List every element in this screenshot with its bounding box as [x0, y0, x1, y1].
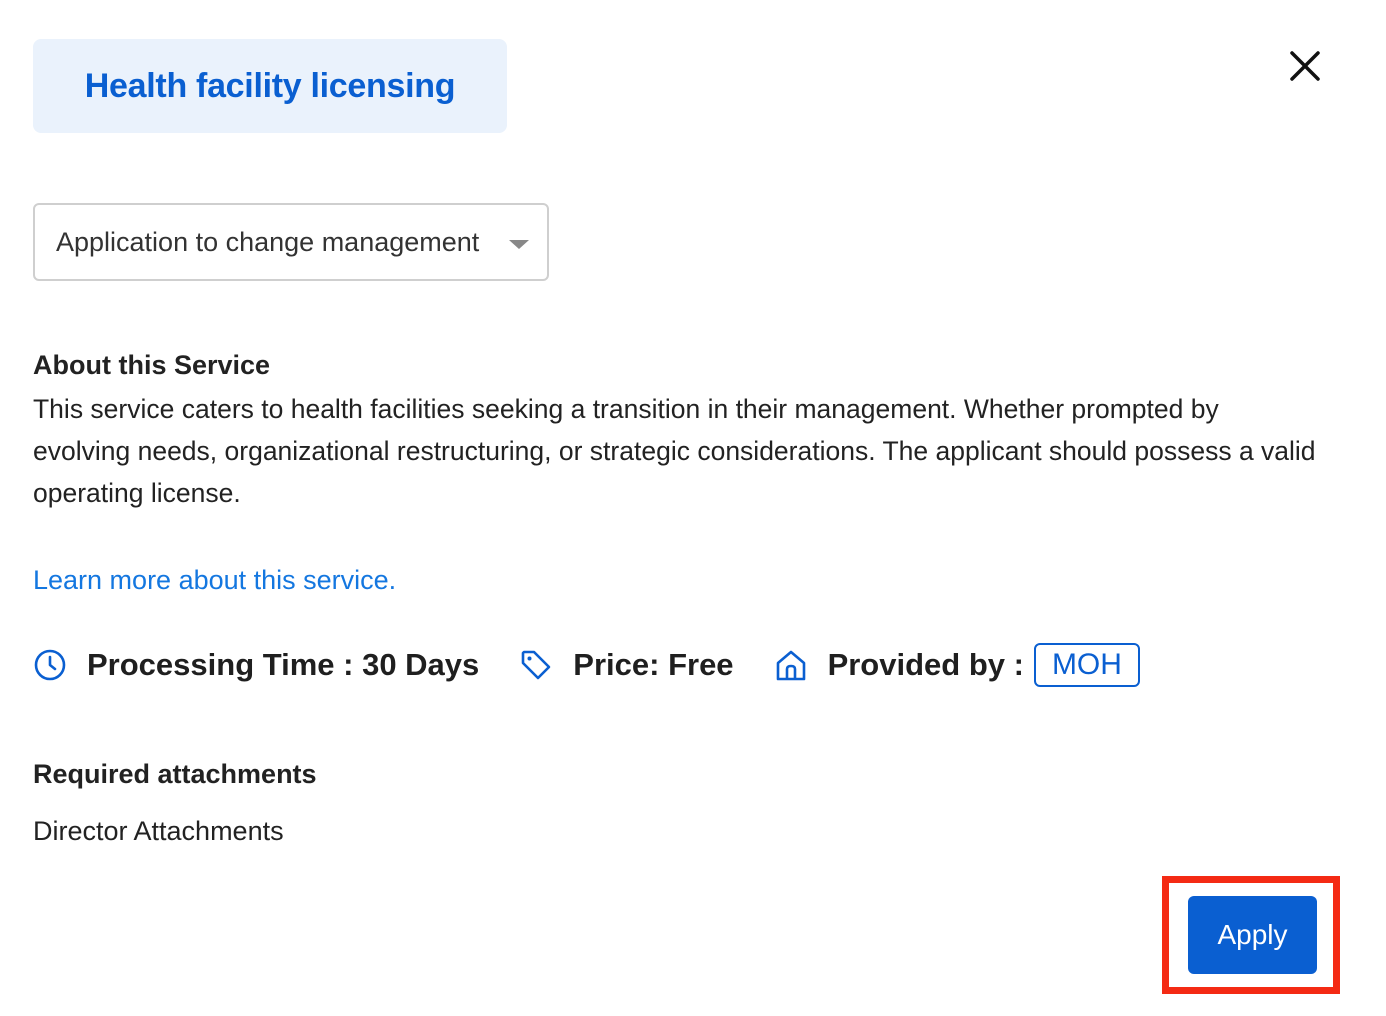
clock-icon	[33, 648, 67, 682]
about-description: This service caters to health facilities…	[33, 394, 1316, 508]
learn-more-link[interactable]: Learn more about this service.	[33, 565, 396, 596]
tag-icon	[519, 648, 553, 682]
service-meta-row: Processing Time : 30 Days Price: Free Pr…	[33, 640, 1140, 690]
provided-by-label: Provided by :	[827, 647, 1024, 682]
attachment-item: Director Attachments	[33, 816, 284, 846]
page-title: Health facility licensing	[84, 66, 456, 105]
price-text: Price: Free	[573, 647, 734, 682]
processing-time-text: Processing Time : 30 Days	[87, 647, 480, 682]
processing-time: Processing Time : 30 Days	[33, 647, 479, 683]
close-button[interactable]	[1283, 44, 1327, 88]
apply-button[interactable]: Apply	[1188, 896, 1317, 974]
service-type-select[interactable]: Application to change management	[33, 203, 549, 281]
required-attachments-heading: Required attachments	[33, 759, 317, 789]
price: Price: Free	[519, 647, 734, 683]
service-title-chip: Health facility licensing	[33, 39, 507, 133]
provider-badge: MOH	[1033, 643, 1140, 687]
about-heading: About this Service	[33, 350, 271, 380]
close-icon	[1290, 51, 1320, 81]
provided-by: Provided by : MOH	[774, 643, 1140, 687]
home-icon	[774, 648, 808, 682]
service-type-select-value: Application to change management	[56, 226, 480, 257]
chevron-down-icon	[509, 240, 529, 249]
